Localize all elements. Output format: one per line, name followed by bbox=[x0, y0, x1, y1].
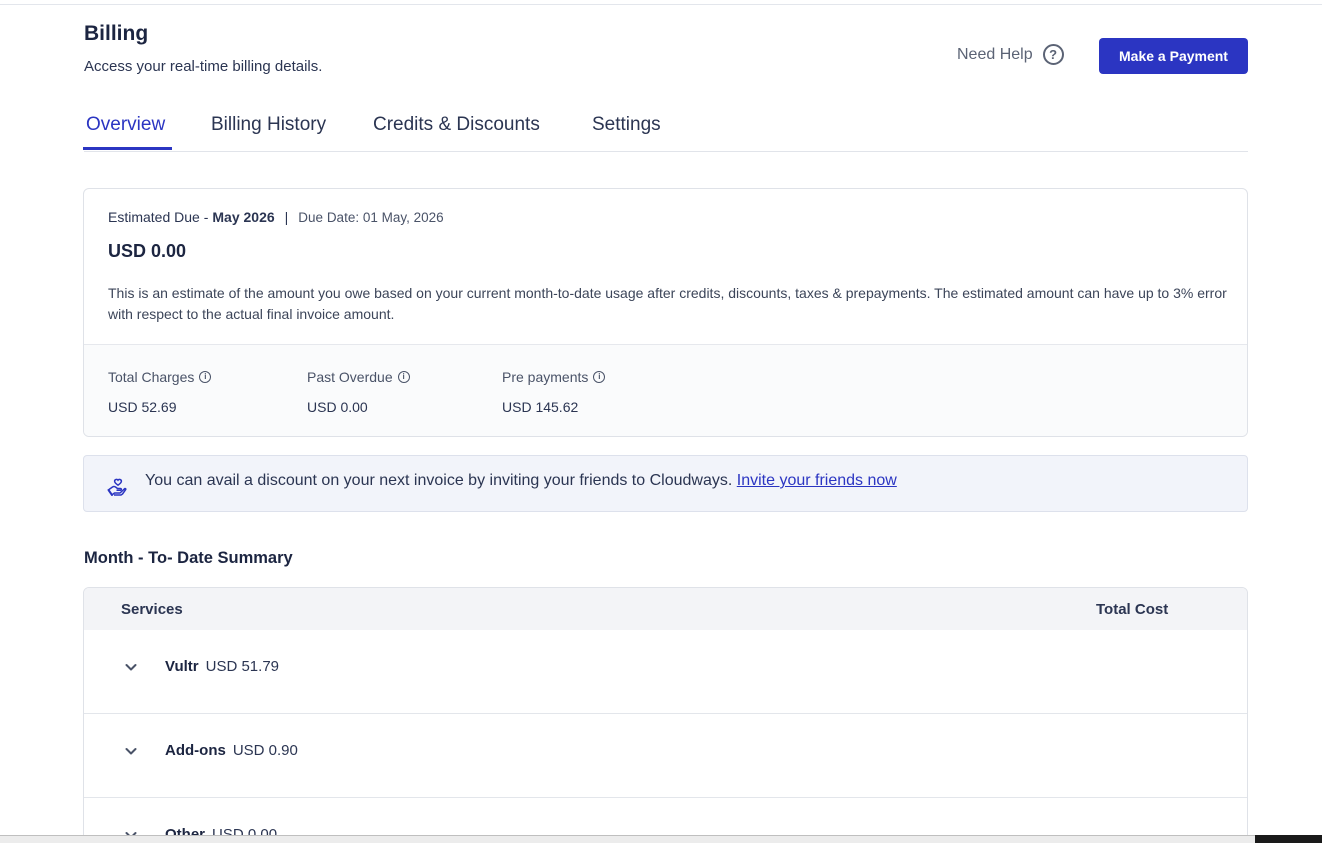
info-icon[interactable]: i bbox=[593, 371, 606, 383]
total-charges-label: Total Charges bbox=[108, 369, 195, 385]
tab-settings[interactable]: Settings bbox=[592, 114, 661, 136]
summary-title: Month - To- Date Summary bbox=[84, 549, 293, 567]
estimated-due-card: Estimated Due - May 2026 | Due Date: 01 … bbox=[83, 188, 1248, 437]
due-date: Due Date: 01 May, 2026 bbox=[298, 210, 444, 225]
estimate-separator: | bbox=[284, 209, 289, 225]
chevron-down-icon[interactable] bbox=[124, 660, 138, 674]
page-title: Billing bbox=[84, 22, 149, 45]
page-subtitle: Access your real-time billing details. bbox=[84, 58, 323, 75]
window-bottom-edge bbox=[0, 835, 1322, 843]
pre-payments: Pre payments i USD 145.62 bbox=[502, 369, 606, 415]
past-overdue-value: USD 0.00 bbox=[307, 399, 368, 415]
info-icon[interactable]: i bbox=[397, 371, 410, 383]
services-table: Services Total Cost Vultr USD 51.79 Add-o… bbox=[83, 587, 1248, 843]
charges-summary: Total Charges i USD 52.69 Past Overdue i… bbox=[84, 344, 1247, 436]
estimate-label: Estimated Due - bbox=[108, 209, 209, 225]
column-header-total-cost: Total Cost bbox=[1096, 601, 1169, 618]
billing-tabs: Overview Billing History Credits & Disco… bbox=[83, 108, 1248, 152]
invite-friends-link[interactable]: Invite your friends now bbox=[737, 472, 897, 489]
top-divider bbox=[0, 4, 1322, 5]
column-header-services: Services bbox=[121, 601, 183, 618]
hand-heart-icon bbox=[107, 478, 127, 496]
referral-text: You can avail a discount on your next in… bbox=[145, 472, 733, 489]
past-overdue: Past Overdue i USD 0.00 bbox=[307, 369, 410, 415]
need-help-label: Need Help bbox=[957, 45, 1033, 63]
total-charges: Total Charges i USD 52.69 bbox=[108, 369, 212, 415]
past-overdue-label: Past Overdue bbox=[307, 369, 393, 385]
estimate-header: Estimated Due - May 2026 | Due Date: 01 … bbox=[108, 209, 444, 225]
tab-billing-history[interactable]: Billing History bbox=[211, 114, 326, 136]
service-name: Add-ons bbox=[165, 742, 226, 759]
referral-text-block: You can avail a discount on your next in… bbox=[145, 472, 897, 490]
service-amount: USD 51.79 bbox=[205, 658, 279, 675]
tab-credits-discounts[interactable]: Credits & Discounts bbox=[373, 114, 540, 136]
total-charges-value: USD 52.69 bbox=[108, 399, 177, 415]
question-circle-icon: ? bbox=[1042, 44, 1064, 65]
chevron-down-icon[interactable] bbox=[124, 744, 138, 758]
service-amount: USD 0.90 bbox=[232, 742, 298, 759]
pre-payments-label: Pre payments bbox=[502, 369, 589, 385]
service-name: Vultr bbox=[165, 658, 199, 675]
service-row-addons[interactable]: Add-ons USD 0.90 bbox=[84, 714, 1247, 798]
service-row-vultr[interactable]: Vultr USD 51.79 bbox=[84, 630, 1247, 714]
referral-banner: You can avail a discount on your next in… bbox=[83, 455, 1248, 512]
table-header: Services Total Cost bbox=[84, 588, 1247, 630]
pre-payments-value: USD 145.62 bbox=[502, 399, 579, 415]
active-tab-indicator bbox=[83, 147, 172, 150]
estimate-description: This is an estimate of the amount you ow… bbox=[108, 285, 1227, 322]
info-icon[interactable]: i bbox=[199, 371, 212, 383]
estimated-amount: USD 0.00 bbox=[108, 241, 187, 261]
taskbar-fragment bbox=[1255, 835, 1322, 843]
estimate-month: May 2026 bbox=[212, 209, 275, 225]
make-payment-button[interactable]: Make a Payment bbox=[1099, 38, 1248, 74]
need-help-link[interactable]: Need Help ? bbox=[957, 44, 1064, 65]
tab-overview[interactable]: Overview bbox=[86, 114, 165, 136]
